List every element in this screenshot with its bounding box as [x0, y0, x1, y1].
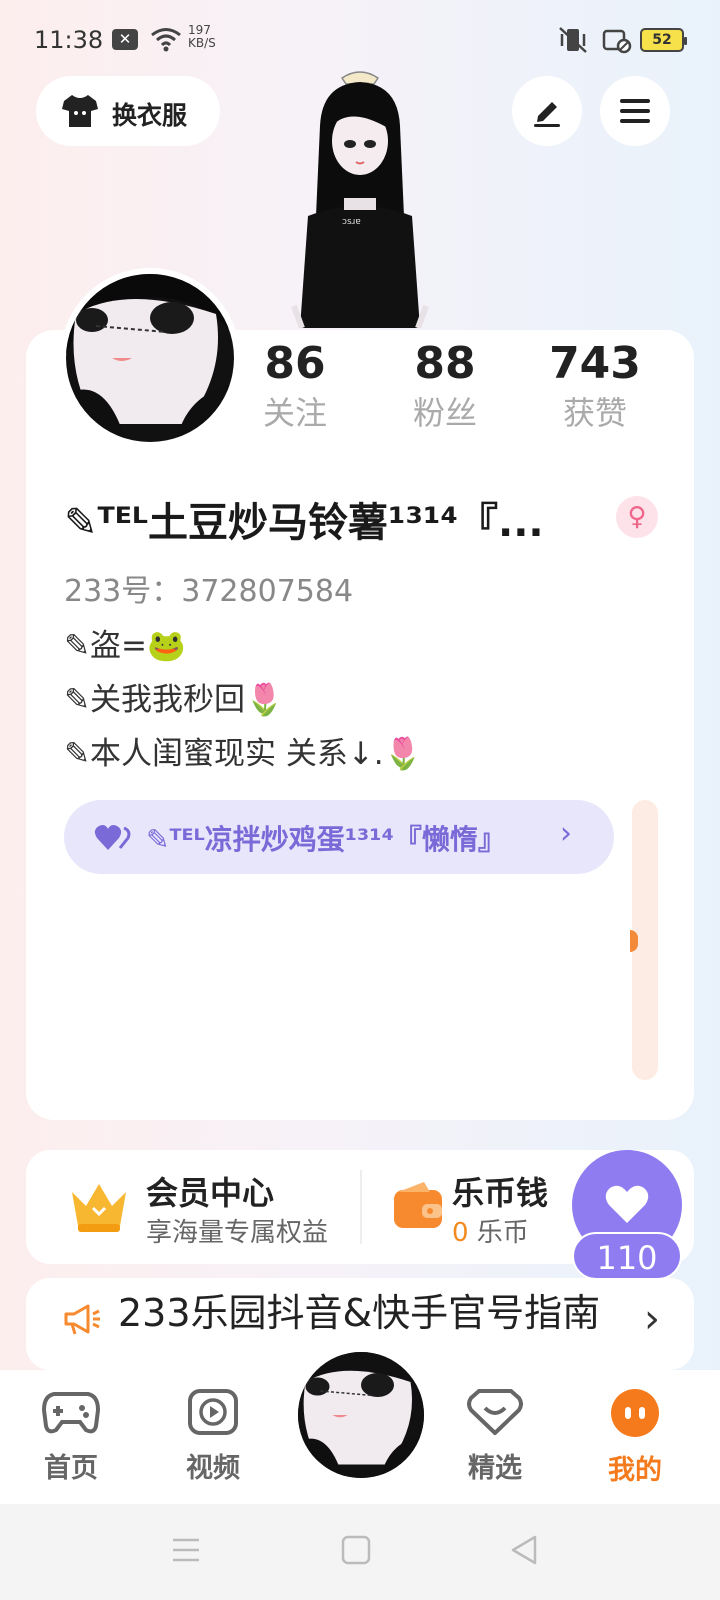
- face-icon: [611, 1389, 659, 1437]
- nav-center-avatar[interactable]: [298, 1352, 424, 1478]
- nav-label: 精选: [468, 1453, 522, 1484]
- bio-line: ✎关我我秒回🌷: [64, 682, 284, 718]
- member-center-title: 会员中心: [146, 1174, 275, 1212]
- chevron-right-icon: ›: [644, 1296, 660, 1342]
- stat-following[interactable]: 86 关注: [220, 336, 370, 434]
- wifi-icon: [151, 28, 181, 52]
- status-time: 11:38: [34, 26, 104, 54]
- nav-label: 视频: [186, 1453, 240, 1484]
- home-icon[interactable]: [340, 1534, 372, 1566]
- stat-value: 88: [414, 338, 476, 389]
- avatar-image: [298, 1352, 424, 1478]
- heart-tag-icon: [467, 1389, 523, 1435]
- nav-label: 首页: [44, 1453, 98, 1484]
- network-speed: 197 KB/S: [188, 23, 216, 50]
- nav-item-home[interactable]: 首页: [16, 1388, 126, 1485]
- megaphone-icon: [64, 1304, 100, 1335]
- play-icon: [188, 1389, 238, 1435]
- crown-icon: [72, 1184, 126, 1232]
- avatar[interactable]: [66, 274, 234, 442]
- gamepad-icon: [41, 1392, 101, 1434]
- stat-label: 获赞: [562, 394, 627, 432]
- nav-item-featured[interactable]: 精选: [440, 1388, 550, 1485]
- notification-badge-icon: ✕: [112, 29, 138, 50]
- stat-fans[interactable]: 88 粉丝: [370, 336, 520, 434]
- menu-button[interactable]: [600, 76, 670, 146]
- wallet-title: 乐币钱: [452, 1174, 549, 1212]
- floating-like-count: 110: [572, 1232, 682, 1280]
- back-icon[interactable]: [508, 1534, 540, 1566]
- change-outfit-label: 换衣服: [112, 101, 188, 130]
- edit-profile-button[interactable]: [512, 76, 582, 146]
- bio-line: ✎盗=🐸: [64, 628, 186, 664]
- svg-text:ɔsɹɐ: ɔsɹɐ: [342, 217, 361, 227]
- nav-item-video[interactable]: 视频: [158, 1388, 268, 1485]
- username: ✎ᵀᴱᴸ土豆炒马铃薯¹³¹⁴『...: [64, 500, 544, 546]
- member-center-subtitle: 享海量专属权益: [146, 1218, 329, 1248]
- stat-value: 743: [549, 338, 641, 389]
- stat-likes[interactable]: 743 获赞: [520, 336, 670, 434]
- chevron-right-icon: ›: [560, 816, 572, 851]
- stat-value: 86: [264, 338, 326, 389]
- nav-label: 我的: [608, 1455, 662, 1486]
- announcement-text: 233乐园抖音&快手官号指南: [118, 1291, 601, 1335]
- pencil-icon: [534, 102, 560, 127]
- avatar-figure[interactable]: ɔsɹɐ: [280, 66, 440, 328]
- nav-item-mine[interactable]: 我的: [580, 1388, 690, 1487]
- wallet-button[interactable]: 乐币钱 0 乐币: [362, 1150, 572, 1264]
- sim-off-icon: [602, 29, 632, 54]
- vibrate-mute-icon: [559, 27, 587, 53]
- close-friend-chip[interactable]: ✎ᵀᴱᴸ凉拌炒鸡蛋¹³¹⁴『懒惰』 ›: [64, 800, 614, 874]
- heart-icon: [605, 1185, 649, 1223]
- member-center-button[interactable]: 会员中心 享海量专属权益: [26, 1150, 360, 1264]
- menu-icon: [620, 99, 650, 123]
- user-id[interactable]: 233号：372807584: [64, 566, 353, 610]
- system-navigation-bar: [0, 1504, 720, 1600]
- stat-label: 关注: [262, 394, 327, 432]
- recent-apps-icon[interactable]: [170, 1534, 202, 1566]
- double-heart-icon: [94, 825, 131, 850]
- profile-card: [26, 330, 694, 1120]
- bio-line: ✎本人闺蜜现实 关系↓.🌷: [64, 736, 423, 772]
- battery-icon: 52: [640, 28, 687, 52]
- wallet-balance: 0 乐币: [452, 1218, 529, 1248]
- close-friend-name: ✎ᵀᴱᴸ凉拌炒鸡蛋¹³¹⁴『懒惰』: [146, 823, 506, 856]
- female-gender-icon: ♀: [616, 496, 658, 538]
- stat-label: 粉丝: [412, 394, 477, 432]
- tshirt-icon: [62, 95, 98, 127]
- avatar-image: [66, 274, 234, 442]
- wallet-icon: [394, 1182, 442, 1228]
- change-outfit-button[interactable]: 换衣服: [36, 76, 220, 146]
